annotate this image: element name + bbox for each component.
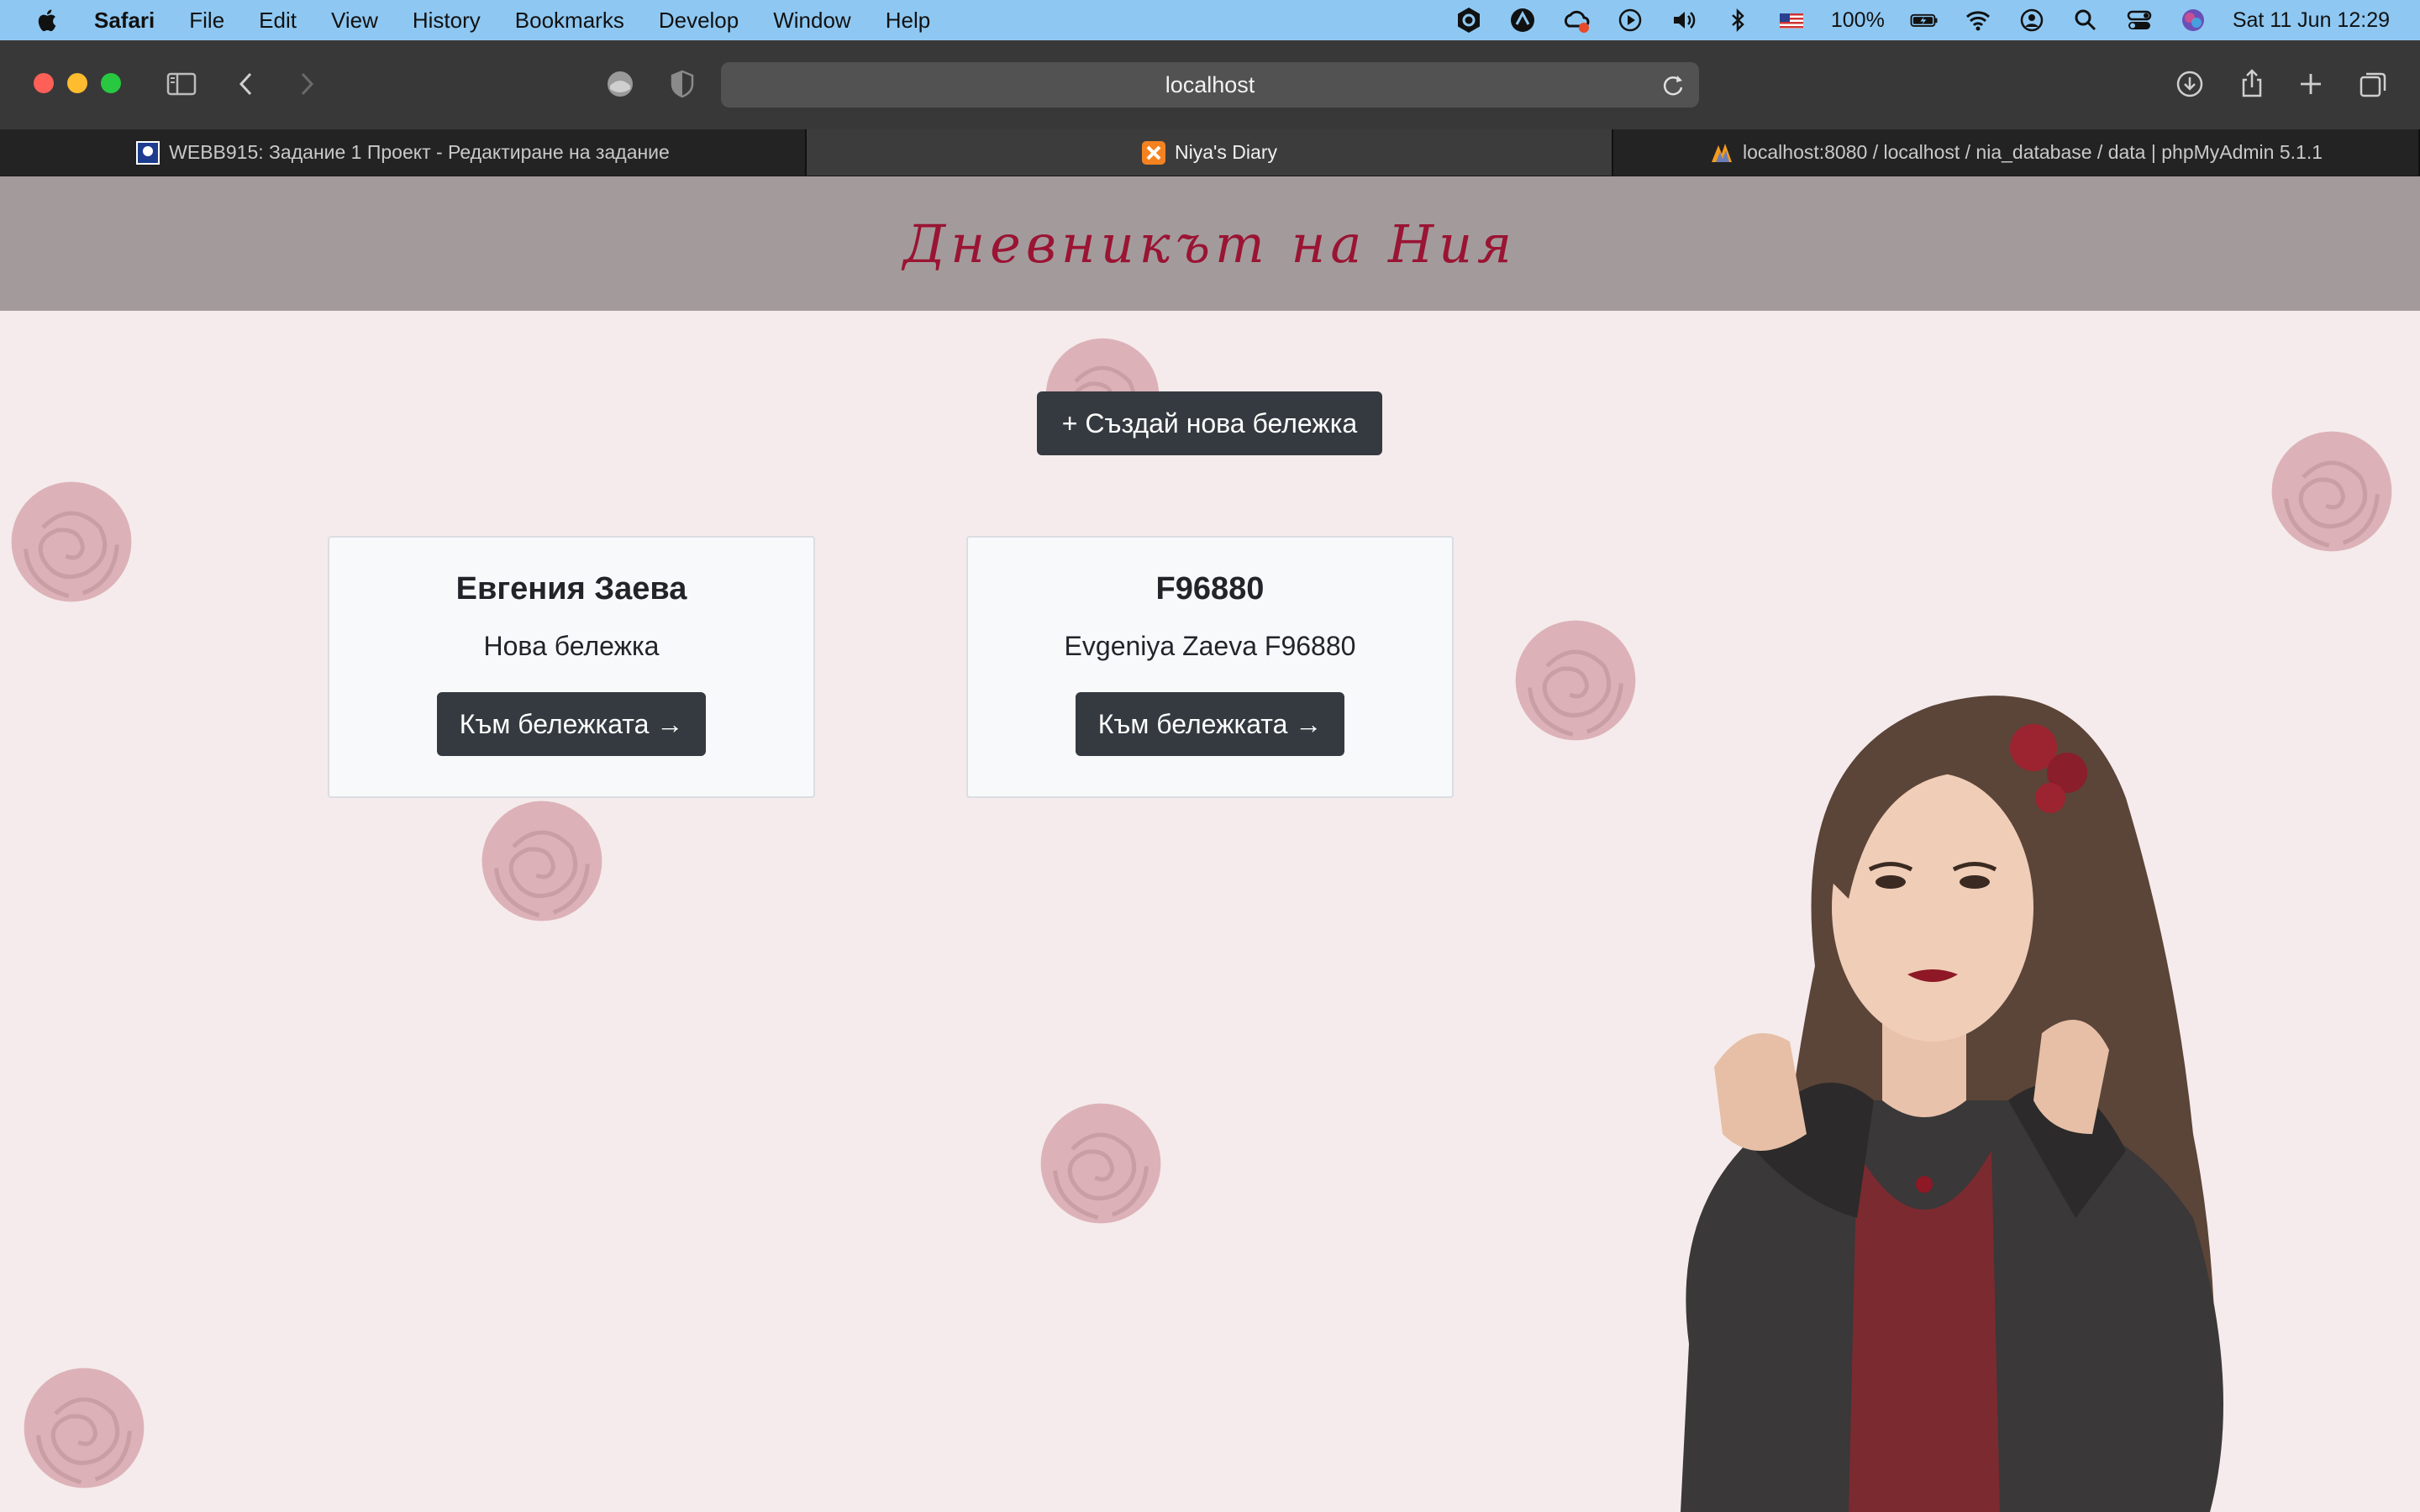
tab-phpmyadmin[interactable]: localhost:8080 / localhost / nia_databas…: [1613, 129, 2420, 176]
moodle-favicon-icon: [136, 140, 160, 165]
volume-icon[interactable]: [1670, 6, 1698, 34]
tab-webb915[interactable]: WEBB915: Задание 1 Проект - Редактиране …: [0, 129, 807, 176]
back-icon[interactable]: [229, 66, 266, 102]
battery-percent: 100%: [1830, 8, 1885, 32]
open-note-button[interactable]: Към бележката →: [437, 692, 706, 756]
tab-label: WEBB915: Задание 1 Проект - Редактиране …: [169, 141, 670, 163]
tab-label: Niya's Diary: [1175, 141, 1277, 163]
macos-menu-bar: Safari File Edit View History Bookmarks …: [0, 0, 2420, 40]
menu-help[interactable]: Help: [886, 8, 930, 34]
menubar-clock[interactable]: Sat 11 Jun 12:29: [2233, 8, 2390, 33]
apple-menu-icon[interactable]: [35, 6, 60, 34]
status-area: 100% Sat 11 Jun 12:29: [1455, 0, 2390, 40]
battery-icon[interactable]: [1910, 6, 1939, 34]
bluetooth-icon[interactable]: [1723, 6, 1752, 34]
share-icon[interactable]: [2233, 66, 2270, 102]
open-note-button[interactable]: Към бележката →: [1076, 692, 1344, 756]
url-text: localhost: [1165, 71, 1255, 97]
site-header: Дневникът на Ния: [0, 176, 2420, 311]
rose-decoration-icon: [0, 470, 143, 613]
menu-edit[interactable]: Edit: [259, 8, 297, 34]
menu-view[interactable]: View: [331, 8, 378, 34]
siri-icon[interactable]: [2179, 6, 2207, 34]
rose-decoration-icon: [2260, 420, 2403, 563]
search-icon[interactable]: [2071, 6, 2100, 34]
privacy-shield-icon[interactable]: [664, 66, 701, 102]
tab-label: localhost:8080 / localhost / nia_databas…: [1742, 141, 2323, 163]
xampp-favicon-icon: [1142, 140, 1166, 165]
rose-decoration-icon: [471, 790, 613, 932]
woman-illustration: [1681, 696, 2223, 1512]
app-circle-icon[interactable]: [1508, 6, 1537, 34]
phpmyadmin-favicon-icon: [1711, 143, 1732, 162]
note-card: Евгения Заева Нова бележка Към бележката…: [328, 536, 815, 798]
new-tab-icon[interactable]: [2292, 66, 2329, 102]
reload-icon[interactable]: [1659, 71, 1687, 99]
wifi-icon[interactable]: [1964, 6, 1992, 34]
minimize-window-button[interactable]: [67, 73, 87, 93]
tab-bar: WEBB915: Задание 1 Проект - Редактиране …: [0, 129, 2420, 176]
note-text: Evgeniya Zaeva F96880: [1064, 631, 1356, 661]
address-bar[interactable]: localhost: [721, 62, 1699, 108]
play-icon[interactable]: [1616, 6, 1644, 34]
hexagon-app-icon[interactable]: [1455, 6, 1483, 34]
user-icon[interactable]: [2018, 6, 2046, 34]
menu-develop[interactable]: Develop: [659, 8, 739, 34]
tab-overview-icon[interactable]: [2354, 66, 2391, 102]
site-title: Дневникът на Ния: [902, 213, 1518, 275]
zoom-window-button[interactable]: [101, 73, 121, 93]
rose-decoration-icon: [13, 1357, 155, 1499]
close-window-button[interactable]: [34, 73, 54, 93]
note-text: Нова бележка: [483, 631, 660, 661]
rose-decoration-icon: [1029, 1092, 1172, 1235]
menu-window[interactable]: Window: [773, 8, 850, 34]
note-title: Евгения Заева: [455, 571, 687, 606]
menu-safari[interactable]: Safari: [94, 8, 155, 34]
forward-icon[interactable]: [287, 66, 324, 102]
web-page: Дневникът на Ния + Създай нова бележка Е…: [0, 176, 2420, 1512]
menu-history[interactable]: History: [413, 8, 481, 34]
us-flag-icon[interactable]: [1777, 6, 1806, 34]
control-center-icon[interactable]: [2125, 6, 2154, 34]
note-title: F96880: [1155, 571, 1265, 606]
menu-bookmarks[interactable]: Bookmarks: [515, 8, 624, 34]
downloads-icon[interactable]: [2171, 66, 2208, 102]
creative-cloud-icon[interactable]: [1562, 6, 1591, 34]
browser-toolbar: localhost: [0, 40, 2420, 129]
tab-niyas-diary[interactable]: Niya's Diary: [807, 129, 1613, 176]
note-card: F96880 Evgeniya Zaeva F96880 Към бележка…: [966, 536, 1454, 798]
menu-file[interactable]: File: [189, 8, 224, 34]
sidebar-toggle-icon[interactable]: [163, 66, 200, 102]
create-note-button[interactable]: + Създай нова бележка: [1037, 391, 1382, 455]
extension-icon[interactable]: [602, 66, 639, 102]
